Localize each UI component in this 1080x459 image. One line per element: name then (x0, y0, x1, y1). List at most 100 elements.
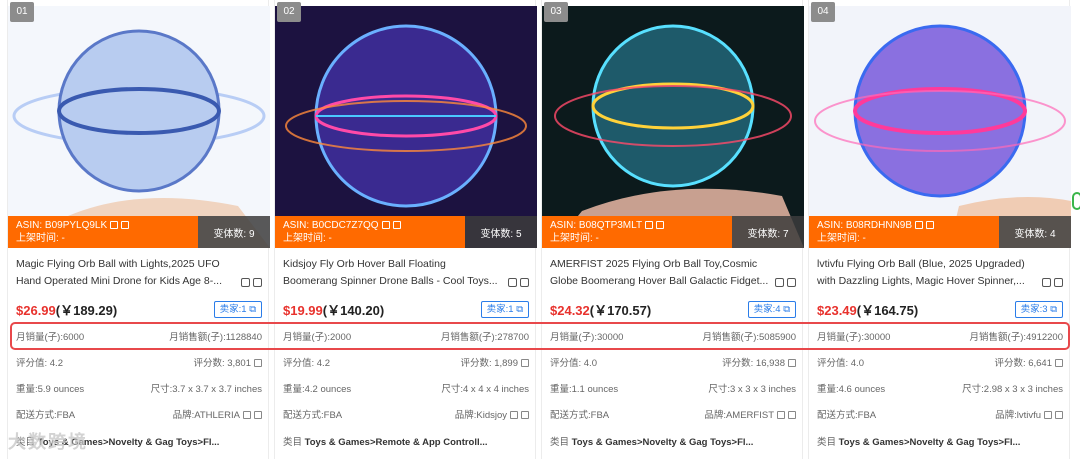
title-line-1[interactable]: Magic Flying Orb Ball with Lights,2025 U… (16, 256, 248, 273)
translate-icon[interactable] (787, 278, 796, 287)
product-image[interactable]: ASIN: B09PYLQ9LK 上架时间: - 变体数: 9 (8, 6, 270, 248)
product-title[interactable]: AMERFIST 2025 Flying Orb Ball Toy,Cosmic… (550, 256, 782, 290)
dimensions: 尺寸:2.98 x 3 x 3 inches (962, 384, 1063, 395)
category-label: 类目 (817, 437, 837, 448)
copy-icon[interactable] (241, 278, 250, 287)
external-link-icon[interactable] (656, 221, 665, 230)
weight: 重量:5.9 ounces (16, 384, 85, 395)
category-path[interactable]: 类目 Toys & Games>Novelty & Gag Toys>Fl... (550, 434, 796, 448)
copy-icon[interactable] (777, 411, 785, 420)
listing-date: 上架时间: - (817, 233, 866, 244)
product-title[interactable]: lvtivfu Flying Orb Ball (Blue, 2025 Upgr… (817, 256, 1049, 290)
category-label: 类目 (283, 437, 303, 448)
seller-count-button[interactable]: 卖家:4 ⧉ (747, 301, 796, 318)
orb-image (275, 6, 537, 248)
copy-icon[interactable] (243, 411, 251, 420)
listing-date: 上架时间: - (550, 233, 599, 244)
price-usd: $23.49 (817, 303, 857, 318)
seller-count-button[interactable]: 卖家:1 ⧉ (213, 301, 262, 318)
title-actions (238, 278, 262, 290)
title-line-2[interactable]: Globe Boomerang Hover Ball Galactic Fidg… (550, 273, 782, 290)
title-line-2[interactable]: Boomerang Spinner Drone Balls - Cool Toy… (283, 273, 515, 290)
spec-row: 重量:4.6 ounces 尺寸:2.98 x 3 x 3 inches (817, 383, 1063, 397)
price-row: $24.32(￥170.57) 卖家:4 ⧉ (550, 300, 796, 320)
translate-icon[interactable] (520, 278, 529, 287)
rank-badge: 02 (277, 2, 301, 22)
copy-icon[interactable] (775, 278, 784, 287)
price-usd: $24.32 (550, 303, 590, 318)
asin-bar: ASIN: B0CDC7Z7QQ 上架时间: - 变体数: 5 (275, 216, 537, 248)
rank-badge: 01 (10, 2, 34, 22)
side-widget-icon[interactable] (1072, 192, 1080, 210)
copy-icon[interactable] (508, 278, 517, 287)
category-path[interactable]: 类目 Toys & Games>Novelty & Gag Toys>Fl... (817, 434, 1063, 448)
translate-icon[interactable] (1054, 278, 1063, 287)
translate-icon[interactable] (253, 278, 262, 287)
seller-count-label: 卖家:1 (486, 304, 514, 315)
external-link-icon[interactable] (521, 411, 529, 420)
copy-icon[interactable] (1044, 411, 1052, 420)
rating-value: 评分值: 4.0 (817, 358, 864, 369)
brand: 品牌:lvtivfu (995, 410, 1041, 421)
title-actions (505, 278, 529, 290)
copy-icon[interactable] (381, 221, 390, 230)
fulfillment: 配送方式:FBA (550, 410, 610, 421)
product-image[interactable]: ASIN: B0CDC7Z7QQ 上架时间: - 变体数: 5 (275, 6, 537, 248)
title-line-1[interactable]: lvtivfu Flying Orb Ball (Blue, 2025 Upgr… (817, 256, 1049, 273)
copy-icon[interactable] (510, 411, 518, 420)
orb-image (809, 6, 1071, 248)
listing-date: 上架时间: - (283, 233, 332, 244)
category-value[interactable]: Toys & Games>Remote & App Controll... (305, 437, 488, 448)
variant-count: 变体数: 4 (999, 216, 1071, 248)
product-title[interactable]: Kidsjoy Fly Orb Hover Ball Floating Boom… (283, 256, 515, 290)
fulfillment-row: 配送方式:FBA 品牌:AMERFIST (550, 409, 796, 423)
price-cny: (￥170.57) (589, 303, 652, 318)
product-image[interactable]: ASIN: B08QTP3MLT 上架时间: - 变体数: 7 (542, 6, 804, 248)
category-path[interactable]: 类目 Toys & Games>Remote & App Controll... (283, 434, 529, 448)
dimensions: 尺寸:3 x 3 x 3 inches (708, 384, 796, 395)
review-count: 评分数: 1,899 (460, 358, 518, 369)
category-value[interactable]: Toys & Games>Novelty & Gag Toys>Fl... (572, 437, 754, 448)
rating-value: 评分值: 4.0 (550, 358, 597, 369)
external-link-icon[interactable] (788, 359, 796, 368)
review-count: 评分数: 16,938 (722, 358, 785, 369)
title-line-2[interactable]: Hand Operated Mini Drone for Kids Age 8-… (16, 273, 248, 290)
fulfillment-row: 配送方式:FBA 品牌:ATHLERIA (16, 409, 262, 423)
weight: 重量:4.2 ounces (283, 384, 352, 395)
rating-value: 评分值: 4.2 (16, 358, 63, 369)
title-line-1[interactable]: AMERFIST 2025 Flying Orb Ball Toy,Cosmic (550, 256, 782, 273)
fulfillment: 配送方式:FBA (283, 410, 343, 421)
copy-icon[interactable] (110, 221, 119, 230)
title-line-1[interactable]: Kidsjoy Fly Orb Hover Ball Floating (283, 256, 515, 273)
external-link-icon[interactable] (521, 359, 529, 368)
rank-badge: 04 (811, 2, 835, 22)
asin-text: ASIN: B08RDHNN9B (817, 220, 913, 231)
product-card[interactable]: ASIN: B08QTP3MLT 上架时间: - 变体数: 7 03 AMERF… (541, 0, 804, 459)
external-link-icon[interactable] (788, 411, 796, 420)
variant-count: 变体数: 5 (465, 216, 537, 248)
external-link-icon[interactable] (121, 221, 130, 230)
title-line-2[interactable]: with Dazzling Lights, Magic Hover Spinne… (817, 273, 1049, 290)
title-actions (1039, 278, 1063, 290)
seller-count-button[interactable]: 卖家:1 ⧉ (480, 301, 529, 318)
fulfillment: 配送方式:FBA (817, 410, 877, 421)
external-link-icon[interactable] (1055, 359, 1063, 368)
external-link-icon[interactable] (254, 359, 262, 368)
variant-count: 变体数: 9 (198, 216, 270, 248)
seller-count-button[interactable]: 卖家:3 ⧉ (1014, 301, 1063, 318)
external-link-icon[interactable] (926, 221, 935, 230)
watermark: 大数跨境 (8, 432, 88, 452)
product-title[interactable]: Magic Flying Orb Ball with Lights,2025 U… (16, 256, 248, 290)
copy-icon[interactable] (1042, 278, 1051, 287)
product-card[interactable]: ASIN: B08RDHNN9B 上架时间: - 变体数: 4 04 lvtiv… (808, 0, 1071, 459)
copy-icon[interactable] (915, 221, 924, 230)
product-card[interactable]: ASIN: B0CDC7Z7QQ 上架时间: - 变体数: 5 02 Kidsj… (274, 0, 537, 459)
external-link-icon[interactable] (1055, 411, 1063, 420)
category-value[interactable]: Toys & Games>Novelty & Gag Toys>Fl... (839, 437, 1021, 448)
fulfillment: 配送方式:FBA (16, 410, 76, 421)
product-card[interactable]: ASIN: B09PYLQ9LK 上架时间: - 变体数: 9 01 Magic… (7, 0, 270, 459)
external-link-icon[interactable] (392, 221, 401, 230)
external-link-icon[interactable] (254, 411, 262, 420)
copy-icon[interactable] (645, 221, 654, 230)
product-image[interactable]: ASIN: B08RDHNN9B 上架时间: - 变体数: 4 (809, 6, 1071, 248)
